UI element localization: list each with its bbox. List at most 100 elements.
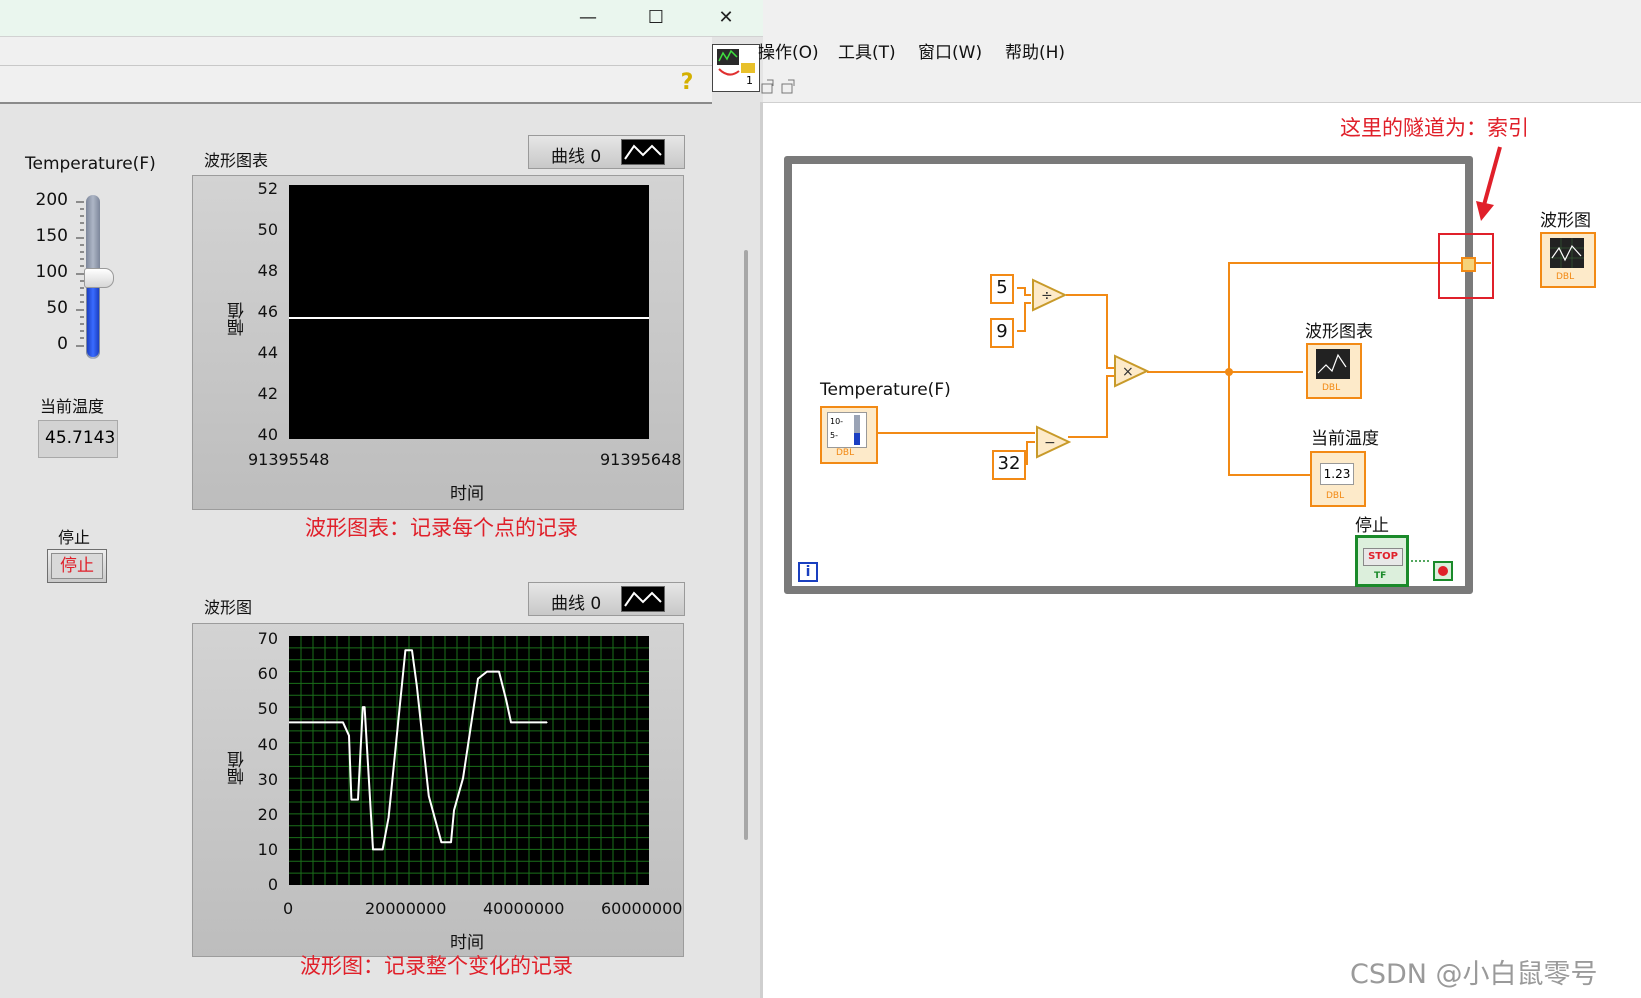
current-temp-terminal[interactable]: 1.23 DBL xyxy=(1310,451,1366,507)
current-temp-indicator: 45.7143 xyxy=(38,420,118,458)
data-point xyxy=(350,799,352,801)
current-temp-value: 45.7143 xyxy=(45,428,116,448)
waveform-graph-legend[interactable]: 曲线 0 xyxy=(528,582,685,616)
waveform-chart-title: 波形图表 xyxy=(204,151,269,170)
slider-scale: 200 150 100 50 0 xyxy=(8,190,84,360)
waveform-chart-legend[interactable]: 曲线 0 xyxy=(528,135,685,169)
current-temp-label: 当前温度 xyxy=(40,397,105,416)
legend-plot-swatch-icon xyxy=(621,586,665,612)
data-point xyxy=(498,670,500,673)
x-tick-clip: 60000000 xyxy=(601,899,682,918)
chart-annotation: 波形图表：记录每个点的记录 xyxy=(305,516,578,540)
menu-tools[interactable]: 工具(T) xyxy=(838,38,896,63)
wire-junction xyxy=(1225,368,1233,376)
y-tick-label: 70 xyxy=(257,629,278,648)
data-point xyxy=(342,721,344,724)
subtract-node[interactable]: − xyxy=(1035,425,1071,459)
y-tick-label: 48 xyxy=(257,261,278,280)
menu-operate[interactable]: 操作(O) xyxy=(758,38,819,63)
block-diagram-titlebar xyxy=(763,0,1641,34)
x-tick-label: 20000000 xyxy=(365,899,447,918)
slider-tick: 150 xyxy=(35,226,68,246)
stop-terminal-label: 停止 xyxy=(1355,516,1389,536)
y-tick-label: 42 xyxy=(257,384,278,403)
data-point xyxy=(388,816,390,819)
dbl-tag: DBL xyxy=(836,448,855,458)
slider-label: Temperature(F) xyxy=(25,154,156,174)
waveform-chart-xlabel: 时间 xyxy=(450,484,484,504)
slider-tick: 50 xyxy=(46,298,68,318)
y-tick-label: 44 xyxy=(257,343,278,362)
x-tick-label: 60000000 xyxy=(601,899,682,918)
data-point xyxy=(404,649,406,651)
slider-fill xyxy=(87,277,99,357)
maximize-button[interactable]: ☐ xyxy=(633,0,679,34)
minimize-button[interactable]: — xyxy=(565,0,611,34)
y-tick-label: 30 xyxy=(257,770,278,789)
constant-9[interactable]: 9 xyxy=(990,318,1014,348)
tunnel-highlight-box xyxy=(1438,233,1494,299)
numeric-terminal-label: 当前温度 xyxy=(1311,429,1379,449)
data-point xyxy=(450,841,452,843)
stop-glyph: STOP xyxy=(1363,548,1403,566)
slider-thumb[interactable] xyxy=(84,268,114,288)
loop-condition-terminal[interactable] xyxy=(1433,561,1453,581)
step-buttons xyxy=(761,79,795,94)
menu-help[interactable]: 帮助(H) xyxy=(1005,38,1065,63)
menu-window[interactable]: 窗口(W) xyxy=(918,38,982,63)
block-diagram-toolbar xyxy=(763,66,1641,103)
y-tick-label: 50 xyxy=(257,220,278,239)
divide-node[interactable]: ÷ xyxy=(1031,278,1067,312)
wire-to-indicator xyxy=(1228,372,1311,476)
waveform-graph-title: 波形图 xyxy=(204,598,253,617)
y-tick-label: 0 xyxy=(267,875,278,894)
data-point xyxy=(546,721,548,724)
waveform-graph-plot-area xyxy=(289,636,649,885)
x-tick-label: 0 xyxy=(283,899,294,918)
wires xyxy=(875,262,1491,562)
multiply-node[interactable]: × xyxy=(1113,354,1149,388)
data-point xyxy=(428,795,430,797)
vi-icon[interactable]: 1 xyxy=(712,44,760,92)
chart-terminal-label: 波形图表 xyxy=(1305,322,1373,342)
wire-9-to-divide xyxy=(1017,302,1031,332)
chart2-yticks: 70 60 50 40 30 20 10 0 xyxy=(236,623,286,903)
step-into-icon[interactable] xyxy=(781,79,795,94)
chart1-yticks: 52 50 48 46 44 42 40 xyxy=(236,175,286,455)
front-panel-scrollbar[interactable] xyxy=(744,250,748,840)
data-point xyxy=(382,848,384,851)
watermark: CSDN @小白鼠零号 xyxy=(1350,959,1598,990)
x-tick-label: 91395548 xyxy=(248,450,330,469)
stop-button[interactable]: 停止 xyxy=(47,549,107,583)
close-button[interactable]: ✕ xyxy=(703,0,749,34)
wire-divide-to-multiply xyxy=(1066,294,1115,369)
x-tick-label: 40000000 xyxy=(483,899,565,918)
loop-iteration-terminal[interactable]: i xyxy=(798,562,818,582)
y-tick-label: 60 xyxy=(257,664,278,683)
step-out-icon[interactable] xyxy=(761,79,774,94)
waveform-chart-terminal[interactable]: DBL xyxy=(1306,343,1362,399)
data-point xyxy=(510,721,512,724)
context-help-icon[interactable]: ? xyxy=(676,70,698,96)
divide-symbol: ÷ xyxy=(1041,288,1053,304)
multiply-symbol: × xyxy=(1122,364,1134,380)
y-tick-label: 40 xyxy=(257,735,278,754)
slider-tick: 0 xyxy=(57,334,68,354)
chart-glyph-icon xyxy=(1316,349,1350,379)
waveform-chart-plot-area xyxy=(289,185,649,439)
constant-5[interactable]: 5 xyxy=(990,274,1014,304)
stop-button-terminal[interactable]: STOP TF xyxy=(1355,535,1409,587)
subtract-symbol: − xyxy=(1044,435,1056,451)
y-tick-label: 50 xyxy=(257,699,278,718)
data-point xyxy=(486,670,488,673)
data-point xyxy=(505,699,507,701)
front-panel-menubar xyxy=(0,37,712,66)
y-tick-label: 10 xyxy=(257,840,278,859)
stop-if-true-icon xyxy=(1438,566,1448,576)
front-panel-toolbar xyxy=(0,66,712,104)
constant-32[interactable]: 32 xyxy=(992,450,1026,480)
temperature-terminal[interactable]: 10- 5- DBL xyxy=(820,406,878,464)
waveform-graph-terminal[interactable]: DBL xyxy=(1540,232,1596,288)
y-tick-label: 52 xyxy=(257,179,278,198)
y-tick-label: 40 xyxy=(257,425,278,444)
